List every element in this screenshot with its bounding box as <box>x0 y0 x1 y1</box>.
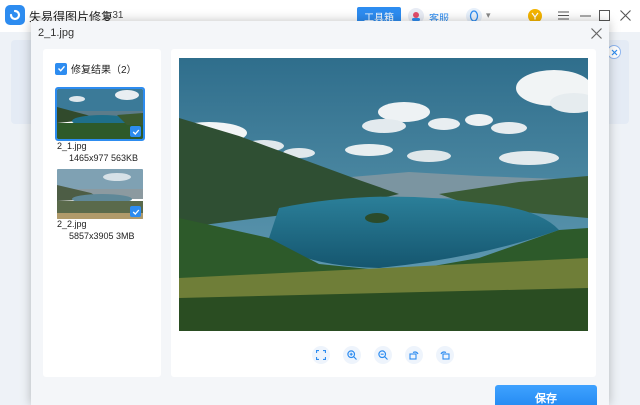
file-name-2: 2_2.jpg <box>57 219 87 229</box>
app-version: 1.31 <box>104 10 124 21</box>
rotate-left-icon[interactable] <box>405 346 423 364</box>
minimize-icon[interactable] <box>578 8 592 22</box>
select-all-checkbox[interactable]: 修复结果（2） <box>55 61 137 76</box>
thumbnail-2-check-icon[interactable] <box>130 206 141 217</box>
dialog-close-icon[interactable] <box>589 26 603 40</box>
zoom-out-icon[interactable] <box>374 346 392 364</box>
fit-screen-icon[interactable] <box>312 346 330 364</box>
repair-result-dialog: 2_1.jpg 修复结果（2） 2_1.jpg 1465x977 563KB 2… <box>31 21 609 405</box>
background-close-icon[interactable] <box>607 45 621 59</box>
file-thumbnail-1[interactable] <box>55 87 145 141</box>
preview-image <box>179 58 588 331</box>
select-all-check-icon[interactable] <box>55 62 67 75</box>
file-meta-1: 1465x977 563KB <box>69 153 139 163</box>
file-meta-2: 5857x3905 3MB <box>69 231 135 241</box>
user-menu-chevron-icon[interactable]: ▾ <box>486 10 491 21</box>
select-all-label: 修复结果（2） <box>71 65 137 76</box>
menu-icon[interactable] <box>556 8 570 22</box>
maximize-icon[interactable] <box>597 8 611 22</box>
file-thumbnail-2[interactable] <box>57 169 143 219</box>
thumbnail-1-check-icon[interactable] <box>130 126 141 137</box>
preview-panel <box>171 49 596 377</box>
save-button[interactable]: 保存 <box>495 385 597 405</box>
window-close-icon[interactable] <box>618 8 632 22</box>
dialog-title: 2_1.jpg <box>38 27 75 39</box>
rotate-right-icon[interactable] <box>436 346 454 364</box>
file-list-panel: 修复结果（2） 2_1.jpg 1465x977 563KB 2_2.jpg 5… <box>43 49 161 377</box>
app-logo-icon <box>5 5 25 25</box>
zoom-in-icon[interactable] <box>343 346 361 364</box>
file-name-1: 2_1.jpg <box>57 141 87 151</box>
